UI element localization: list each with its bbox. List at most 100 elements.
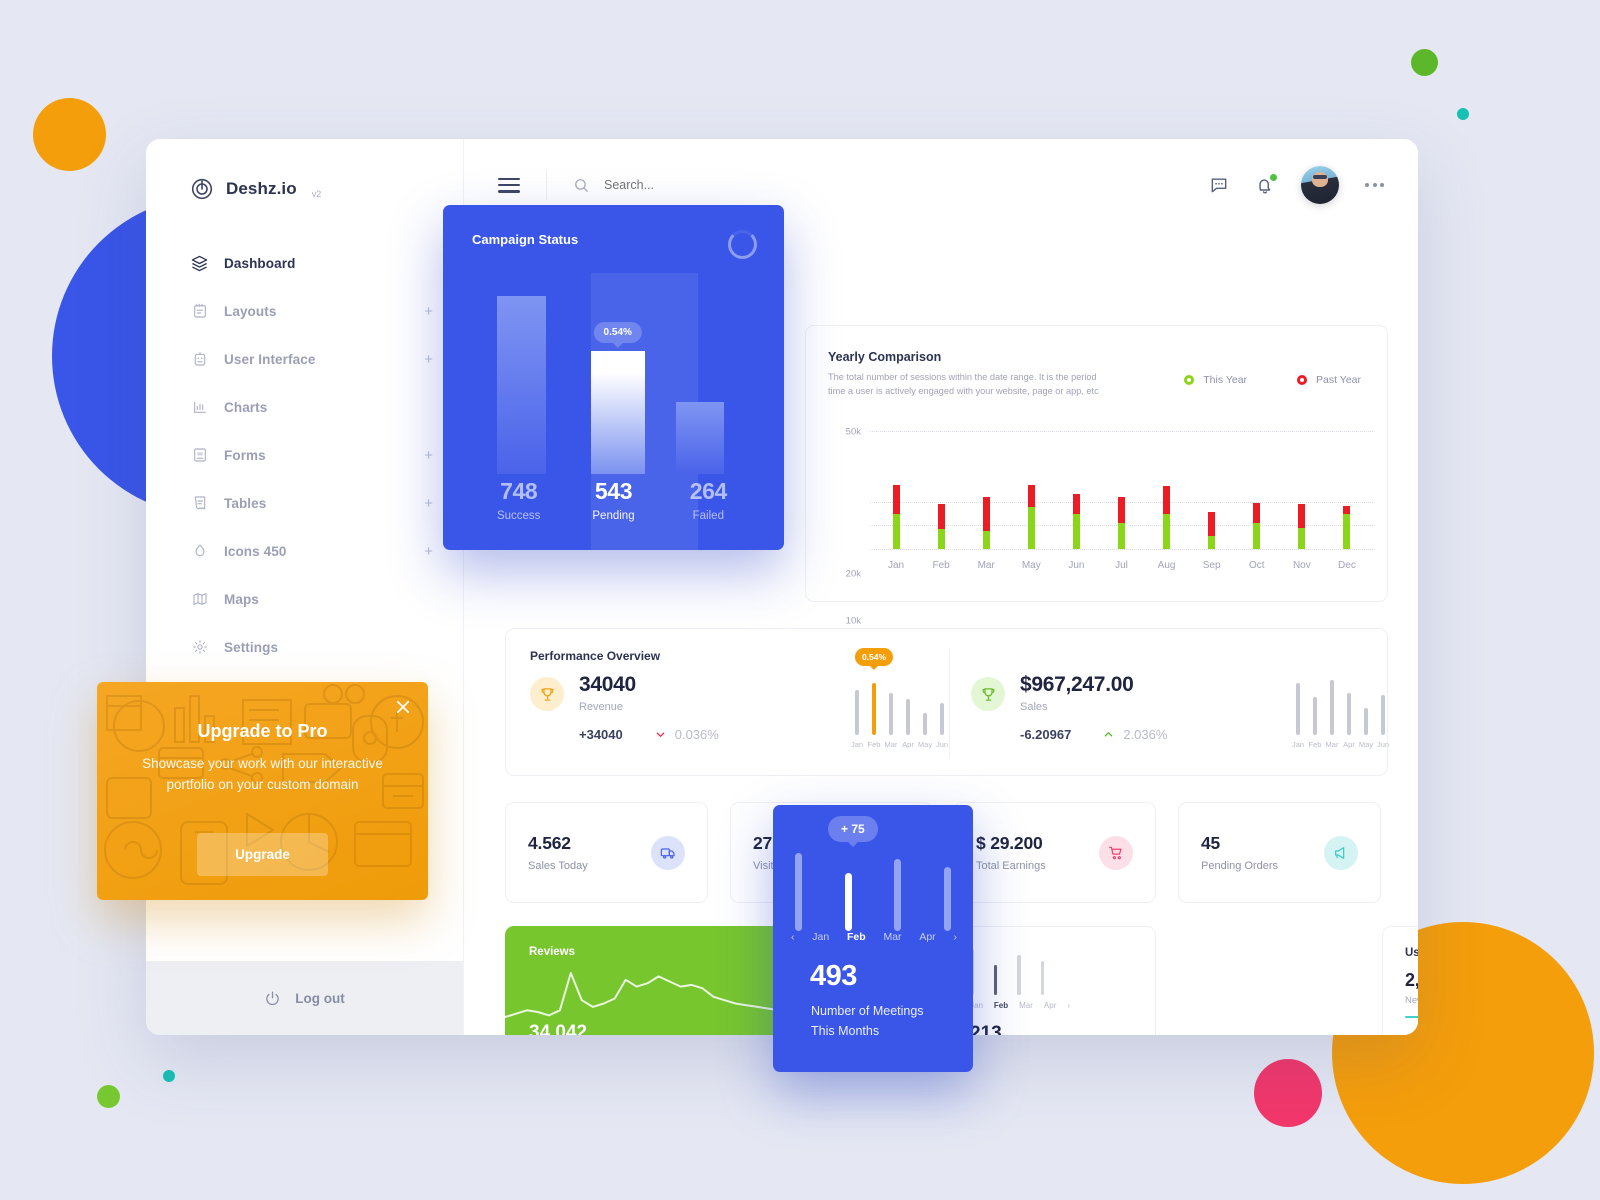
meetings-bar <box>844 873 852 931</box>
campaign-stat-value: 264 <box>689 478 728 504</box>
target-power-icon <box>190 177 214 201</box>
bar-past-year <box>1253 502 1261 524</box>
projects-sparkline <box>970 949 1137 995</box>
month-apr[interactable]: Apr <box>1044 1001 1056 1010</box>
stat-card-total-earnings[interactable]: $ 29.200 Total Earnings <box>953 802 1156 903</box>
sparkline-column: May <box>1359 673 1373 749</box>
yearly-title: Yearly Comparison <box>828 350 942 364</box>
projects-bar <box>1040 961 1044 995</box>
robot-icon <box>190 350 209 369</box>
campaign-stat-success: 748 Success <box>472 478 565 522</box>
sidebar-item-user-interface[interactable]: User Interface + <box>146 335 463 383</box>
sidebar-expand-icon[interactable]: + <box>424 448 433 463</box>
performance-title: Performance Overview <box>530 649 661 663</box>
legend-item-past-year[interactable]: Past Year <box>1297 374 1361 386</box>
month-feb[interactable]: Feb <box>847 931 866 943</box>
sparkline-column: Jun <box>936 673 948 749</box>
sidebar-item-dashboard[interactable]: Dashboard <box>146 239 463 287</box>
sidebar-item-forms[interactable]: Forms + <box>146 431 463 479</box>
chevron-right-icon[interactable]: › <box>953 931 957 943</box>
bar-chart-icon <box>190 398 209 417</box>
yearly-bars: Jan Feb Mar May Jun Jul Aug Sep Oct Nov Dec <box>870 431 1373 571</box>
avatar[interactable] <box>1301 166 1339 204</box>
decor-circle-pink-bottom-right <box>1254 1059 1322 1127</box>
layers-icon <box>190 254 209 273</box>
x-axis-tick: Oct <box>1248 560 1265 571</box>
stat-value: $ 29.200 <box>976 833 1043 853</box>
trend-down-icon <box>655 729 666 740</box>
logout-button[interactable]: Log out <box>146 961 463 1035</box>
sidebar-expand-icon[interactable]: + <box>424 496 433 511</box>
sidebar-item-charts[interactable]: Charts <box>146 383 463 431</box>
users-title: Users <box>1405 947 1418 959</box>
performance-item-sales: $967,247.00 Sales -6.20967 2.036% Jan Fe… <box>971 673 1391 765</box>
sidebar-item-maps[interactable]: Maps <box>146 575 463 623</box>
yearly-bar-stack <box>1298 431 1306 549</box>
reviews-value: 34,042 <box>529 1022 588 1035</box>
y-axis-tick: 20k <box>845 568 861 580</box>
stat-card-pending-orders[interactable]: 45 Pending Orders <box>1178 802 1381 903</box>
sparkline-bar <box>889 693 893 735</box>
search-input[interactable] <box>604 178 864 192</box>
meetings-plot <box>795 851 951 931</box>
revenue-sparkline: Jan 0.54% Feb Mar Apr May Jun <box>851 648 948 749</box>
campaign-status-card: Campaign Status 0.54% 748 Success 543 Pe… <box>443 205 784 550</box>
table-icon <box>190 494 209 513</box>
sidebar-expand-icon[interactable]: + <box>424 352 433 367</box>
sidebar-item-tables[interactable]: Tables + <box>146 479 463 527</box>
meetings-bar <box>943 867 951 931</box>
sparkline-column: Feb <box>1309 673 1321 749</box>
sidebar-expand-icon[interactable]: + <box>424 544 433 559</box>
upgrade-button[interactable]: Upgrade <box>197 833 328 876</box>
close-icon[interactable] <box>392 696 414 718</box>
hamburger-icon[interactable] <box>498 177 520 193</box>
yearly-bar-stack <box>1253 431 1261 549</box>
sidebar-item-label: Settings <box>224 639 279 655</box>
legend-item-this-year[interactable]: This Year <box>1184 374 1247 386</box>
month-apr[interactable]: Apr <box>919 931 935 943</box>
brand-logo[interactable]: Deshz.io v2 <box>146 139 463 201</box>
decor-circle-green-bottom-left <box>97 1085 120 1108</box>
sidebar-item-icons[interactable]: Icons 450 + <box>146 527 463 575</box>
meetings-month-nav: ‹ Jan Feb Mar Apr › <box>791 931 957 943</box>
sidebar-expand-icon[interactable]: + <box>424 304 433 319</box>
users-row-return-visitors: 1,743 Return Visitors ‹ Jan Feb Mar Apr … <box>1405 1033 1418 1035</box>
message-icon[interactable] <box>1209 175 1229 195</box>
performance-value: 34040 <box>579 673 636 696</box>
meetings-bar <box>795 853 802 931</box>
yearly-bar-stack <box>1117 431 1125 549</box>
sparkline-month-label: May <box>1358 740 1374 749</box>
campaign-bar-column <box>497 279 546 474</box>
trophy-icon <box>530 677 564 711</box>
bar-this-year <box>1163 514 1171 549</box>
bell-icon[interactable] <box>1255 174 1277 195</box>
campaign-status-title: Campaign Status <box>472 232 579 247</box>
performance-delta-percent: 2.036% <box>1103 727 1167 742</box>
search-area <box>573 177 1209 194</box>
decor-dot-teal-bottom-left <box>163 1070 175 1082</box>
bar-past-year <box>1208 511 1216 536</box>
bar-this-year <box>1117 523 1125 549</box>
sidebar-item-label: Icons 450 <box>224 543 287 559</box>
stat-card-sales-today[interactable]: 4.562 Sales Today <box>505 802 708 903</box>
x-axis-tick: Feb <box>932 560 950 571</box>
map-icon <box>190 590 209 609</box>
performance-value: $967,247.00 <box>1020 673 1134 696</box>
bar-past-year <box>982 497 990 532</box>
performance-delta-number: -6.20967 <box>1020 727 1072 742</box>
upgrade-popup: Upgrade to Pro Showcase your work with o… <box>97 682 428 900</box>
bar-this-year <box>982 531 990 549</box>
search-icon[interactable] <box>573 177 590 194</box>
month-jan[interactable]: Jan <box>812 931 829 943</box>
chevron-left-icon[interactable]: ‹ <box>791 931 795 943</box>
notification-badge-dot <box>1270 174 1277 181</box>
sidebar-item-settings[interactable]: Settings <box>146 623 463 671</box>
y-axis-tick: 10k <box>845 615 861 627</box>
yearly-bar-column: Dec <box>1333 431 1361 571</box>
kebab-menu-icon[interactable] <box>1365 183 1384 187</box>
month-mar[interactable]: Mar <box>883 931 901 943</box>
month-feb[interactable]: Feb <box>994 1001 1008 1010</box>
chevron-right-icon[interactable]: › <box>1067 1001 1070 1010</box>
month-mar[interactable]: Mar <box>1019 1001 1033 1010</box>
sidebar-item-layouts[interactable]: Layouts + <box>146 287 463 335</box>
